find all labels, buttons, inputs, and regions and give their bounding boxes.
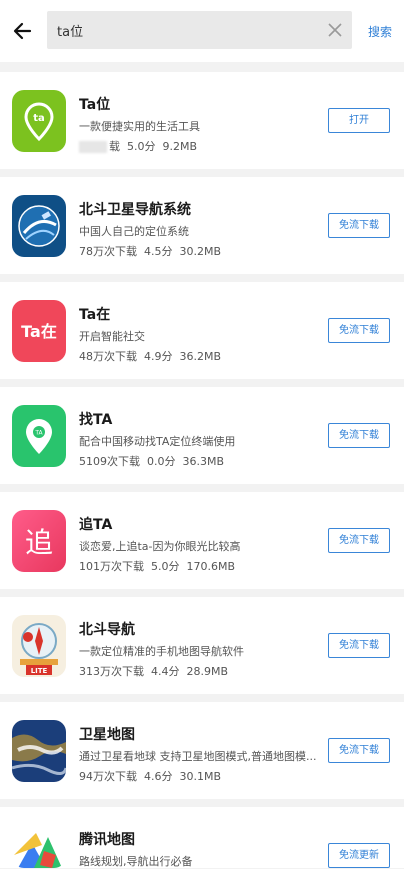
app-description: 一款定位精准的手机地图导航软件 xyxy=(79,645,244,658)
app-stats: 78万次下载 4.5分 30.2MB xyxy=(79,245,222,258)
app-description: 中国人自己的定位系统 xyxy=(79,225,189,238)
download-button[interactable]: 免流下载 xyxy=(328,528,390,553)
search-input[interactable] xyxy=(57,11,312,49)
app-card-tencent-map[interactable]: 腾讯地图 路线规划,导航出行必备 免流更新 xyxy=(0,807,404,868)
download-button[interactable]: 免流下载 xyxy=(328,633,390,658)
app-card-zhui-ta[interactable]: 追 追TA 谈恋爱,上追ta-因为你眼光比较高 101万次下载 5.0分 170… xyxy=(0,492,404,589)
app-stats: 48万次下载 4.9分 36.2MB xyxy=(79,350,222,363)
download-button[interactable]: 免流下载 xyxy=(328,213,390,238)
back-arrow-icon[interactable] xyxy=(10,18,36,44)
svg-text:LITE: LITE xyxy=(31,667,48,675)
app-card-beidou-nav[interactable]: LITE 北斗导航 一款定位精准的手机地图导航软件 313万次下载 4.4分 2… xyxy=(0,597,404,694)
beidou-compass-icon: LITE xyxy=(12,615,66,677)
app-card-satellite-map[interactable]: 卫星地图 通过卫星看地球 支持卫星地图模式,普通地图模... 94万次下载 4.… xyxy=(0,702,404,799)
app-name: 追TA xyxy=(79,517,113,533)
app-card-find-ta[interactable]: TA 找TA 配合中国移动找TA定位终端使用 5109次下载 0.0分 36.3… xyxy=(0,387,404,484)
app-stats: 94万次下载 4.6分 30.1MB xyxy=(79,770,222,783)
app-description: 通过卫星看地球 支持卫星地图模式,普通地图模... xyxy=(79,750,317,763)
download-button[interactable]: 免流下载 xyxy=(328,738,390,763)
search-button[interactable]: 搜索 xyxy=(368,23,392,40)
svg-text:Ta在: Ta在 xyxy=(21,322,57,341)
app-name: 北斗导航 xyxy=(79,622,135,638)
app-name: 腾讯地图 xyxy=(79,832,135,848)
app-stats: 5109次下载 0.0分 36.3MB xyxy=(79,455,225,468)
beidou-satellite-icon xyxy=(12,195,66,257)
download-button[interactable]: 免流下载 xyxy=(328,423,390,448)
zhui-ta-icon: 追 xyxy=(12,510,66,572)
app-card-ta-zai[interactable]: Ta在 Ta在 开启智能社交 48万次下载 4.9分 36.2MB 免流下载 xyxy=(0,282,404,379)
app-name: Ta在 xyxy=(79,307,111,323)
ta-zai-icon: Ta在 xyxy=(12,300,66,362)
app-description: 配合中国移动找TA定位终端使用 xyxy=(79,435,236,448)
blurred-text xyxy=(79,141,107,153)
download-button[interactable]: 免流下载 xyxy=(328,318,390,343)
app-stats: 313万次下载 4.4分 28.9MB xyxy=(79,665,229,678)
app-name: 北斗卫星导航系统 xyxy=(79,202,191,218)
app-card-ta-wei[interactable]: ta Ta位 一款便捷实用的生活工具 载 5.0分 9.2MB 打开 xyxy=(0,72,404,169)
app-name: 找TA xyxy=(79,412,113,428)
find-ta-icon: TA xyxy=(12,405,66,467)
app-stats: 101万次下载 5.0分 170.6MB xyxy=(79,560,236,573)
app-description: 开启智能社交 xyxy=(79,330,145,343)
app-description: 一款便捷实用的生活工具 xyxy=(79,120,200,133)
ta-location-icon: ta xyxy=(12,90,66,152)
app-name: Ta位 xyxy=(79,97,111,113)
app-description: 路线规划,导航出行必备 xyxy=(79,855,193,868)
app-description: 谈恋爱,上追ta-因为你眼光比较高 xyxy=(79,540,241,553)
search-box xyxy=(47,11,352,49)
app-card-beidou-system[interactable]: 北斗卫星导航系统 中国人自己的定位系统 78万次下载 4.5分 30.2MB 免… xyxy=(0,177,404,274)
clear-icon[interactable] xyxy=(328,23,342,37)
svg-text:TA: TA xyxy=(34,430,43,437)
update-button[interactable]: 免流更新 xyxy=(328,843,390,868)
open-button[interactable]: 打开 xyxy=(328,108,390,133)
satellite-earth-icon xyxy=(12,720,66,782)
app-stats: 载 5.0分 9.2MB xyxy=(79,138,197,154)
top-bar: 搜索 xyxy=(0,0,404,62)
svg-text:追: 追 xyxy=(25,526,53,559)
app-name: 卫星地图 xyxy=(79,727,135,743)
tencent-map-icon xyxy=(12,825,66,868)
svg-text:ta: ta xyxy=(33,113,45,124)
